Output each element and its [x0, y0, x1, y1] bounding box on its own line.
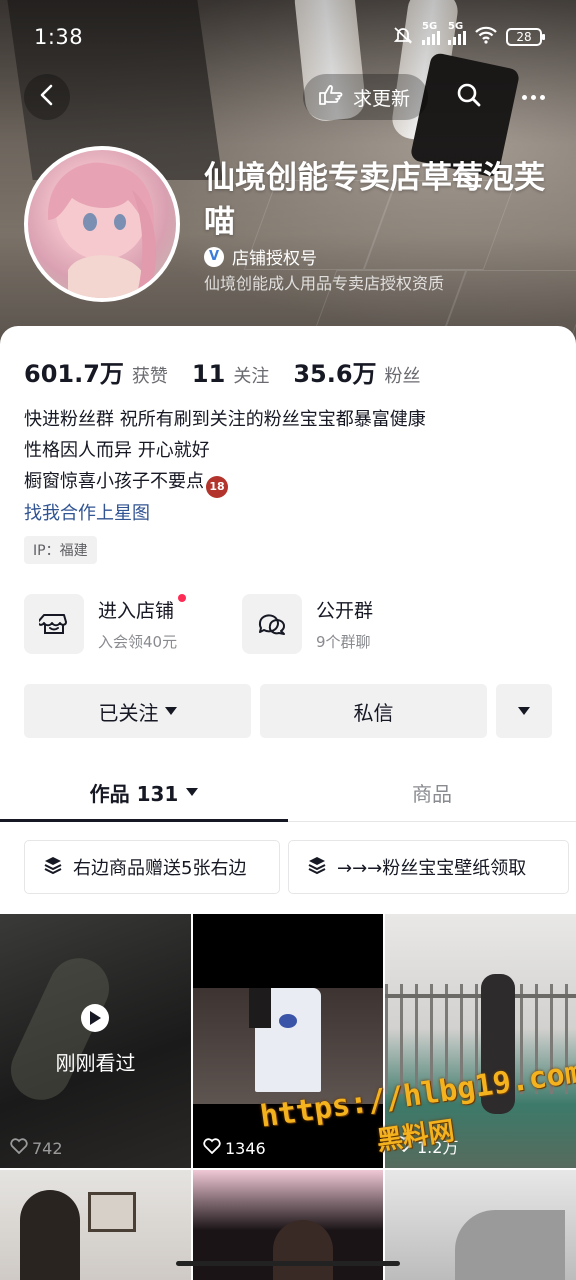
stat-label: 粉丝: [384, 366, 421, 387]
followed-label: 已关注: [98, 700, 159, 725]
caret-down-icon: [518, 707, 530, 715]
avatar[interactable]: [24, 146, 180, 302]
content-tabs: 作品 131 商品: [0, 762, 576, 822]
search-icon: [456, 82, 482, 112]
tab-goods-label: 商品: [412, 781, 452, 806]
store-icon: [24, 594, 84, 654]
stat-following[interactable]: 11 关注: [192, 360, 269, 388]
caret-down-icon: [164, 707, 177, 715]
mute-alarm-icon: [392, 25, 414, 49]
likes-count: 742: [32, 1138, 63, 1158]
shop-authorized-badge[interactable]: V 店铺授权号: [204, 244, 317, 269]
video-thumbnail[interactable]: [0, 1170, 191, 1280]
profile-bio: 快进粉丝群 祝所有刷到关注的粉丝宝宝都暴富健康 性格因人而异 开心就好 橱窗惊喜…: [24, 404, 426, 529]
search-button[interactable]: [446, 74, 492, 120]
status-bar: 1:38 5G 5G 28: [34, 21, 545, 52]
age-18-icon: 18: [206, 475, 228, 498]
stat-followers[interactable]: 35.6万 粉丝: [293, 354, 420, 389]
profile-topbar: 求更新: [24, 72, 556, 122]
wifi-icon: [474, 26, 498, 48]
stat-label: 关注: [233, 366, 270, 387]
recently-watched-label: 刚刚看过: [55, 1051, 136, 1075]
chevron-left-icon: [37, 83, 57, 111]
pointing-hand-icon: [317, 83, 345, 112]
collection-chip[interactable]: 右边商品赠送5张右边: [24, 840, 280, 894]
stat-value: 35.6万: [293, 360, 377, 388]
tab-works[interactable]: 作品 131: [0, 762, 288, 822]
cell-signal-2-icon: 5G: [448, 21, 466, 45]
profile-actions: 已关注 私信: [24, 684, 552, 738]
group-chat-icon: [242, 594, 302, 654]
heart-icon: [203, 1138, 221, 1158]
cell-signal-1-icon: 5G: [422, 21, 440, 45]
profile-name: 仙境创能专卖店草莓泡芙喵: [204, 160, 545, 240]
video-grid: 刚刚看过 742 1346 1.2万: [0, 914, 576, 1280]
likes-count: 1.2万: [417, 1138, 459, 1157]
video-thumbnail[interactable]: 刚刚看过 742: [0, 914, 191, 1168]
verified-icon: V: [204, 246, 224, 267]
more-actions-button[interactable]: [496, 684, 552, 738]
notification-dot-icon: [178, 594, 187, 602]
tab-goods[interactable]: 商品: [288, 762, 576, 822]
ip-location-tag: IP：福建: [24, 536, 97, 564]
bio-line: 快进粉丝群 祝所有刷到关注的粉丝宝宝都暴富健康: [24, 409, 426, 430]
battery-icon: 28: [506, 28, 545, 46]
video-thumbnail[interactable]: [385, 1170, 576, 1280]
followed-button[interactable]: 已关注: [24, 684, 251, 738]
enter-shop-entry[interactable]: 进入店铺 入会领40元: [24, 594, 187, 654]
profile-stats: 601.7万 获赞 11 关注 35.6万 粉丝: [24, 354, 445, 389]
request-update-label: 求更新: [352, 87, 410, 110]
public-group-entry[interactable]: 公开群 9个群聊: [242, 594, 373, 654]
stack-icon: [307, 855, 327, 880]
message-label: 私信: [353, 700, 394, 725]
shop-entry-title: 进入店铺: [98, 600, 175, 622]
group-entry-title: 公开群: [316, 600, 374, 622]
active-tab-indicator: [0, 819, 288, 822]
stack-icon: [43, 855, 63, 880]
stat-likes[interactable]: 601.7万 获赞: [24, 354, 168, 389]
heart-icon: [395, 1136, 413, 1156]
status-time: 1:38: [34, 25, 84, 49]
video-thumbnail[interactable]: 1346: [193, 914, 383, 1168]
tab-works-label: 作品 131: [89, 781, 179, 806]
video-likes: 1.2万: [395, 1134, 458, 1158]
qualification-text[interactable]: 仙境创能成人用品专卖店授权资质: [204, 270, 444, 294]
caret-down-icon: [186, 788, 199, 796]
stat-label: 获赞: [131, 366, 168, 387]
stat-value: 601.7万: [24, 360, 124, 388]
collection-chip[interactable]: →→→粉丝宝宝壁纸领取: [288, 840, 569, 894]
bio-line: 性格因人而异 开心就好: [24, 440, 210, 461]
bio-line-text: 橱窗惊喜小孩子不要点: [24, 471, 204, 492]
home-indicator[interactable]: [176, 1261, 400, 1266]
back-button[interactable]: [24, 74, 70, 120]
cooperation-link[interactable]: 找我合作上星图: [24, 498, 426, 529]
more-options-button[interactable]: [510, 74, 556, 120]
bio-line: 橱窗惊喜小孩子不要点 18: [24, 466, 426, 498]
collection-label: 右边商品赠送5张右边: [73, 858, 247, 879]
play-icon: [81, 1004, 109, 1032]
request-update-button[interactable]: 求更新: [302, 74, 428, 120]
profile-card: 601.7万 获赞 11 关注 35.6万 粉丝 快进粉丝群 祝所有刷到关注的粉…: [0, 326, 576, 1280]
more-dots-icon: [521, 94, 527, 100]
video-thumbnail[interactable]: 1.2万: [385, 914, 576, 1168]
video-likes: 1346: [203, 1138, 266, 1158]
stat-value: 11: [191, 360, 226, 388]
video-likes: 742: [10, 1138, 63, 1158]
shop-entry-subtitle: 入会领40元: [98, 633, 178, 651]
collection-label: →→→粉丝宝宝壁纸领取: [337, 858, 527, 879]
heart-icon: [10, 1138, 28, 1158]
message-button[interactable]: 私信: [260, 684, 487, 738]
group-entry-subtitle: 9个群聊: [316, 633, 371, 651]
likes-count: 1346: [225, 1138, 266, 1158]
verified-label: 店铺授权号: [232, 249, 317, 269]
